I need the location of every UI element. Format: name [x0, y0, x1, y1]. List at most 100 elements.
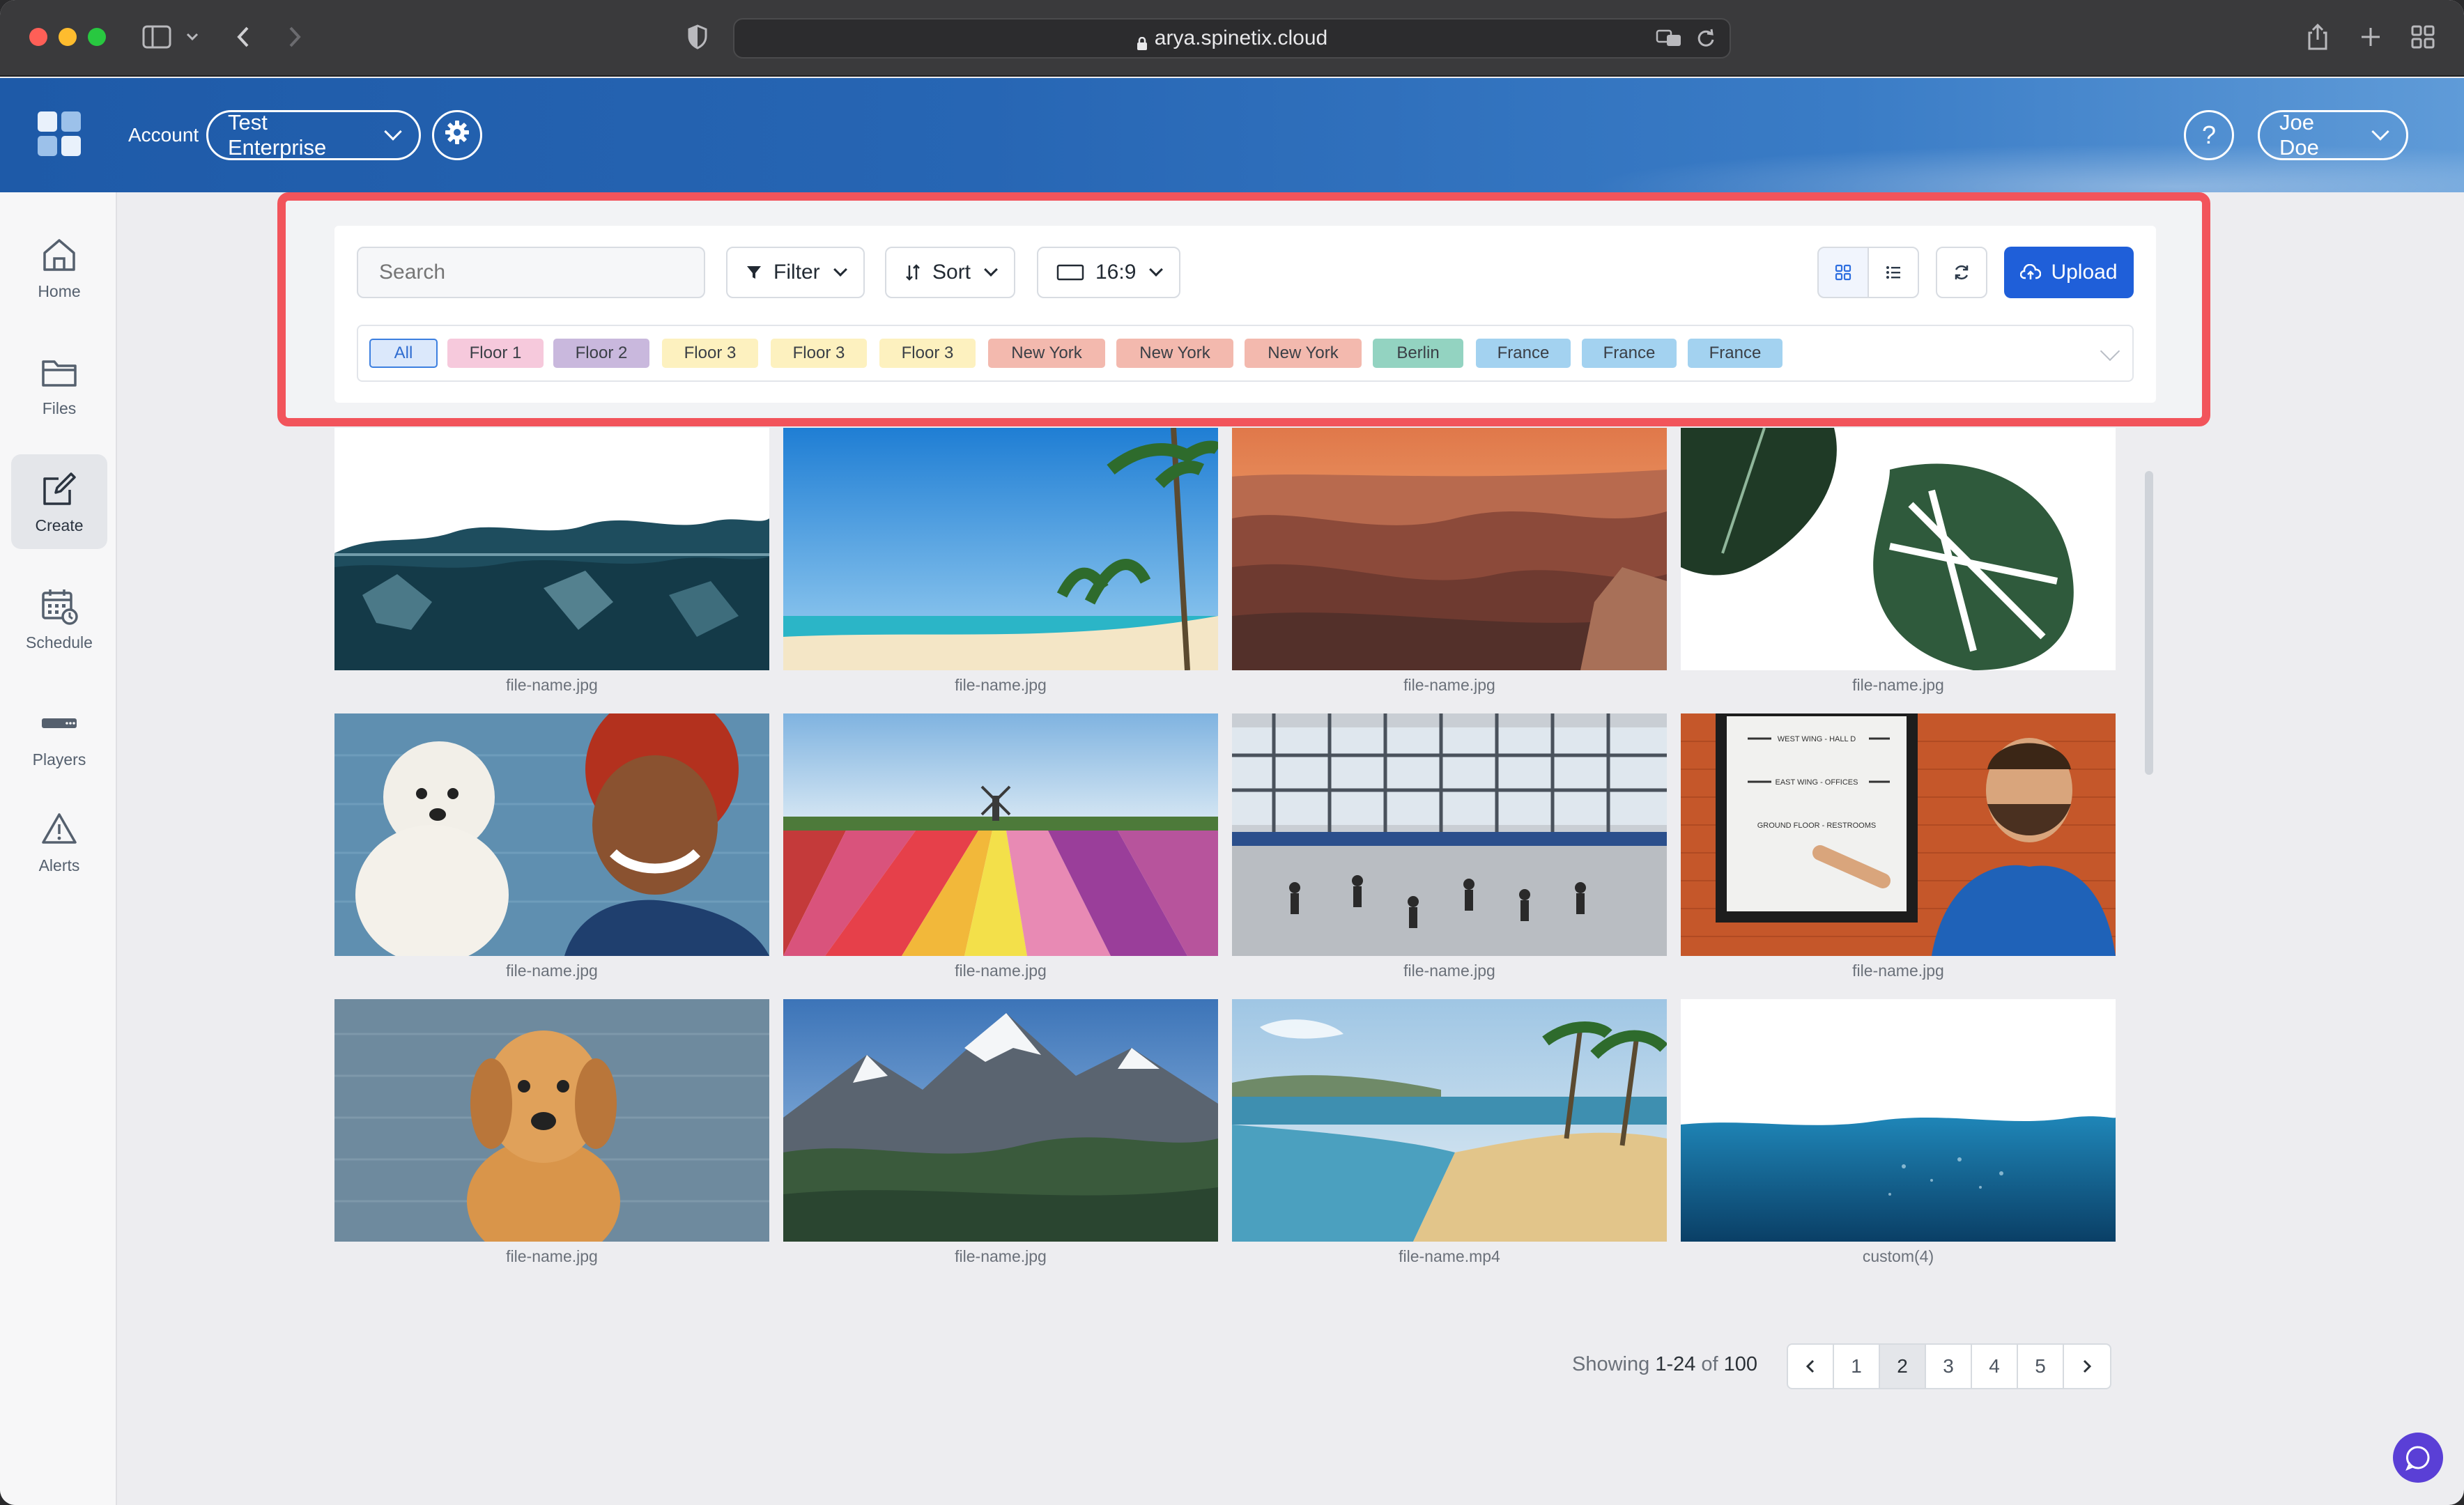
list-view-button[interactable]	[1868, 247, 1919, 298]
thumbnail-snowy-mountains[interactable]	[783, 999, 1218, 1242]
file-name: file-name.jpg	[506, 1247, 598, 1265]
sidebar: Home Files Create Schedule Players Alert…	[0, 192, 117, 1505]
thumbnail-canyon[interactable]	[1232, 428, 1667, 670]
chat-bubble-icon	[2405, 1446, 2430, 1471]
sidebar-item-schedule[interactable]: Schedule	[11, 571, 107, 666]
media-card[interactable]: file-name.jpg	[1232, 713, 1667, 980]
aspect-ratio-label: 16:9	[1095, 261, 1137, 284]
tag-chip[interactable]: Floor 3	[879, 339, 976, 368]
tag-chip[interactable]: France	[1688, 339, 1782, 368]
media-card[interactable]: file-name.jpg	[783, 999, 1218, 1266]
thumbnail-palm-beach[interactable]	[783, 428, 1218, 670]
tag-chip[interactable]: Floor 2	[553, 339, 649, 368]
page-button-1[interactable]: 1	[1834, 1345, 1880, 1388]
sidebar-item-create[interactable]: Create	[11, 454, 107, 549]
translate-icon[interactable]	[1656, 28, 1684, 54]
tag-label: All	[394, 344, 413, 362]
tab-overview-icon[interactable]	[2411, 21, 2435, 53]
media-card[interactable]: file-name.jpg	[1232, 428, 1667, 695]
media-card[interactable]: file-name.jpg	[783, 428, 1218, 695]
refresh-icon	[1955, 265, 1969, 280]
media-card[interactable]: WEST WING - HALL D EAST WING - OFFICES G…	[1681, 713, 2116, 980]
tag-chip[interactable]: Floor 3	[771, 339, 867, 368]
sidebar-item-home[interactable]: Home	[11, 220, 107, 315]
sidebar-item-label: Schedule	[26, 633, 93, 651]
chevron-down-icon[interactable]	[185, 21, 199, 53]
chat-button[interactable]	[2393, 1433, 2443, 1483]
address-bar[interactable]: arya.spinetix.cloud	[733, 18, 1731, 59]
minimize-window-button[interactable]	[59, 28, 77, 46]
upload-button[interactable]: Upload	[2004, 247, 2134, 298]
chevron-down-icon	[384, 123, 402, 141]
tag-chip[interactable]: Floor 3	[662, 339, 758, 368]
chevron-down-icon	[984, 263, 998, 277]
media-card[interactable]: file-name.jpg	[334, 999, 769, 1266]
page-button-3[interactable]: 3	[1926, 1345, 1972, 1388]
sidebar-toggle-icon[interactable]	[142, 21, 171, 53]
sort-button[interactable]: Sort	[885, 247, 1016, 298]
alert-icon	[42, 812, 77, 844]
tag-all[interactable]: All	[369, 339, 438, 368]
new-tab-icon[interactable]	[2359, 21, 2382, 53]
expand-tags-icon[interactable]	[2100, 341, 2120, 362]
thumbnail-tulip-field[interactable]	[783, 713, 1218, 956]
file-name: file-name.jpg	[955, 676, 1047, 694]
zoom-window-button[interactable]	[88, 28, 106, 46]
page-button-2[interactable]: 2	[1880, 1345, 1926, 1388]
media-card[interactable]: file-name.jpg	[334, 713, 769, 980]
tag-chip[interactable]: New York	[1116, 339, 1233, 368]
app-header: Account Test Enterprise ? Joe Doe	[0, 78, 2464, 192]
filter-icon	[747, 266, 761, 279]
reload-icon[interactable]	[1696, 28, 1716, 54]
search-input[interactable]	[357, 247, 705, 298]
aspect-ratio-button[interactable]: 16:9	[1037, 247, 1181, 298]
shield-icon[interactable]	[687, 21, 708, 53]
sidebar-item-files[interactable]: Files	[11, 337, 107, 432]
settings-button[interactable]	[432, 110, 482, 160]
page-button-5[interactable]: 5	[2018, 1345, 2064, 1388]
grid-view-button[interactable]	[1817, 247, 1869, 298]
help-button[interactable]: ?	[2184, 110, 2234, 160]
file-name: file-name.jpg	[1852, 676, 1944, 694]
sort-label: Sort	[932, 261, 971, 284]
next-page-button[interactable]	[2064, 1345, 2110, 1388]
user-name: Joe Doe	[2279, 110, 2319, 160]
share-icon[interactable]	[2307, 21, 2329, 53]
filter-button[interactable]: Filter	[726, 247, 865, 298]
account-selector[interactable]: Test Enterprise	[206, 110, 421, 160]
media-card[interactable]: file-name.mp4	[1232, 999, 1667, 1266]
page-button-4[interactable]: 4	[1972, 1345, 2018, 1388]
thumbnail-golden-retriever[interactable]	[334, 999, 769, 1242]
sidebar-item-label: Files	[42, 399, 77, 417]
media-card[interactable]: file-name.jpg	[1681, 428, 2116, 695]
thumbnail-monstera-leaves[interactable]	[1681, 428, 2116, 670]
grid-scrollbar[interactable]	[2145, 471, 2153, 775]
tag-chip[interactable]: Floor 1	[447, 339, 544, 368]
tag-label: Berlin	[1396, 344, 1440, 362]
tag-chip[interactable]: France	[1582, 339, 1677, 368]
media-card[interactable]: file-name.jpg	[783, 713, 1218, 980]
tag-chip[interactable]: New York	[1245, 339, 1362, 368]
thumbnail-man-pointing-sign[interactable]: WEST WING - HALL D EAST WING - OFFICES G…	[1681, 713, 2116, 956]
thumbnail-underwater-wave[interactable]	[1681, 999, 2116, 1242]
media-card[interactable]: custom(4)	[1681, 999, 2116, 1266]
thumbnail-tropical-beach[interactable]	[1232, 999, 1667, 1242]
thumbnail-ice-water[interactable]	[334, 428, 769, 670]
tag-chip[interactable]: Berlin	[1373, 339, 1463, 368]
tag-chip[interactable]: New York	[988, 339, 1105, 368]
sidebar-item-players[interactable]: Players	[11, 688, 107, 783]
sidebar-item-alerts[interactable]: Alerts	[11, 794, 107, 889]
app-logo[interactable]	[38, 111, 82, 156]
thumbnail-airport-terminal[interactable]	[1232, 713, 1667, 956]
close-window-button[interactable]	[29, 28, 47, 46]
user-menu[interactable]: Joe Doe	[2258, 110, 2408, 160]
file-name: file-name.jpg	[955, 962, 1047, 980]
refresh-button[interactable]	[1936, 247, 1987, 298]
thumbnail-woman-with-dog[interactable]	[334, 713, 769, 956]
back-icon[interactable]	[236, 21, 251, 53]
showing-total: 100	[1723, 1353, 1758, 1375]
previous-page-button[interactable]	[1788, 1345, 1834, 1388]
forward-icon[interactable]	[287, 21, 302, 53]
tag-chip[interactable]: France	[1476, 339, 1571, 368]
media-card[interactable]: file-name.jpg	[334, 428, 769, 695]
